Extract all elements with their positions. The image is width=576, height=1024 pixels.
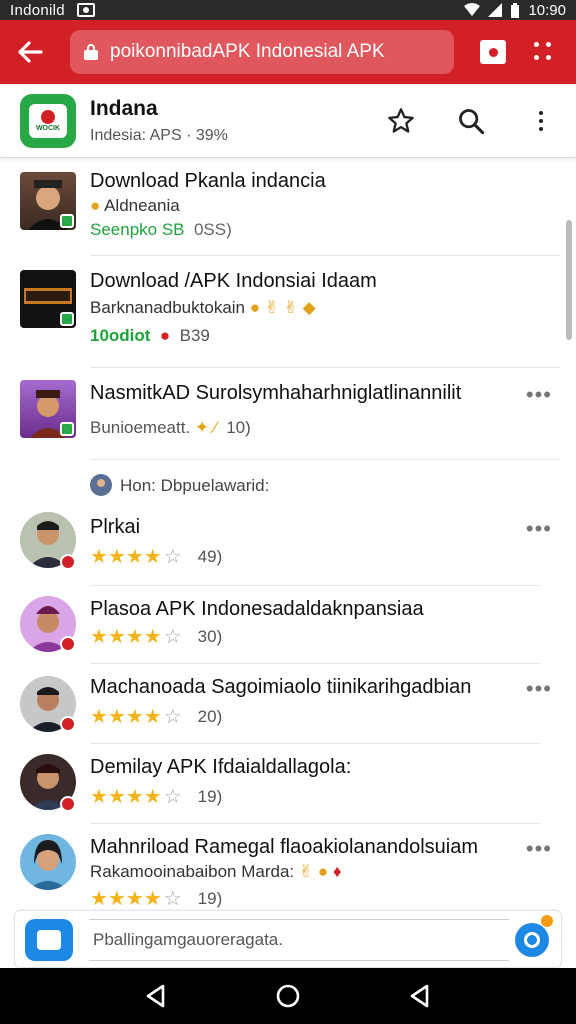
app-subtitle: Indesia: APS · 39% — [90, 126, 228, 144]
item-title: Download /APK Indonsiai Idaam — [90, 270, 377, 292]
star-rating: ★★★★ ☆ 19) — [90, 786, 223, 808]
carrier-label: Indonild — [10, 1, 65, 19]
review-text: Rakamooinabaibon Marda: — [90, 862, 295, 881]
more-options-button[interactable]: ••• — [526, 836, 552, 862]
tabs-button[interactable] — [480, 40, 506, 64]
nav-back-button[interactable] — [136, 976, 176, 1016]
reply-input[interactable]: Pballingamgauoreragata. — [89, 919, 509, 961]
review-item[interactable]: Demilay APK Ifdaialdallagola: ★★★★ ☆ 19) — [0, 744, 560, 824]
list-item[interactable]: Download /APK Indonsiai Idaam Barknanadb… — [0, 256, 560, 368]
red-dot-icon: ● — [159, 326, 171, 345]
item-thumbnail — [20, 270, 76, 328]
emoji-icon: ● ✌ ✌ ◆ — [249, 298, 316, 317]
review-item[interactable]: Plasoa APK Indonesadaldaknpansiaa ★★★★ ☆ 3… — [0, 586, 560, 664]
list-item[interactable]: NasmitkAD Surolsymhaharhniglatlinannilit… — [0, 368, 560, 460]
notification-icon — [76, 3, 95, 17]
item-title: Download Pkanla indancia — [90, 170, 326, 192]
nav-home-button[interactable] — [268, 976, 308, 1016]
app-logo: WOCIK — [20, 93, 76, 148]
star-rating: ★★★★ ☆ 19) — [90, 888, 223, 910]
more-options-button[interactable]: ••• — [526, 516, 552, 542]
item-thumbnail — [20, 380, 76, 438]
more-options-button[interactable]: ••• — [526, 382, 552, 408]
app-header: WOCIK Indana Indesia: APS · 39% — [0, 84, 576, 158]
review-count: 20) — [197, 706, 223, 726]
search-icon — [459, 108, 485, 134]
arrow-left-icon — [18, 41, 43, 63]
emoji-icon: ● — [90, 196, 101, 215]
triangle-back-icon — [410, 984, 429, 1008]
review-item[interactable]: Machanoada Sagoimiaolo tiinikarihgadbian… — [0, 664, 560, 744]
avatar — [20, 834, 76, 890]
signal-icon — [488, 3, 503, 17]
star-button[interactable] — [386, 106, 416, 136]
star-rating: ★★★★ ☆ 20) — [90, 706, 223, 728]
nav-recent-button[interactable] — [400, 976, 440, 1016]
emoji-icon: ✌ ● ♦ — [298, 862, 342, 881]
content-list[interactable]: Download Pkanla indancia ● Aldneania See… — [0, 158, 576, 910]
reviews-header: Hon: Dbpuelawarid: — [0, 460, 560, 510]
chat-app-icon[interactable] — [25, 919, 73, 961]
item-subtitle: Barknanadbuktokain — [90, 298, 246, 317]
battery-icon — [511, 2, 520, 18]
item-count: 0SS) — [193, 220, 232, 239]
app-title: Indana — [90, 96, 158, 120]
review-name: Demilay APK Ifdaialdallagola: — [90, 756, 352, 778]
send-button[interactable] — [515, 915, 553, 957]
url-field[interactable]: poikonnibadAPK Indonesial APK — [70, 30, 454, 74]
list-item[interactable]: Download Pkanla indancia ● Aldneania See… — [0, 158, 560, 256]
item-count: 10) — [226, 418, 251, 437]
star-rating: ★★★★ ☆ 30) — [90, 626, 223, 648]
system-navigation-bar — [0, 968, 576, 1024]
review-name: Mahnriload Ramegal flaoakiolanandolsuiam — [90, 836, 479, 858]
user-avatar-icon — [90, 474, 112, 496]
review-count: 49) — [197, 546, 223, 566]
url-text: poikonnibadAPK Indonesial APK — [110, 41, 385, 62]
review-name: Machanoada Sagoimiaolo tiinikarihgadbian — [90, 676, 472, 698]
triangle-back-icon — [146, 984, 165, 1008]
search-button[interactable] — [456, 106, 486, 136]
review-name: Plasoa APK Indonesadaldaknpansiaa — [90, 598, 424, 620]
item-subtitle: Bunioemeatt. — [90, 418, 191, 437]
circle-home-icon — [276, 984, 300, 1008]
more-options-button[interactable]: ••• — [526, 676, 552, 702]
menu-button[interactable] — [534, 42, 554, 62]
review-item[interactable]: Plrkai ••• ★★★★ ☆ 49) — [0, 510, 560, 586]
review-count: 19) — [197, 786, 223, 806]
emoji-icon: ✦ ⁄ — [194, 418, 217, 437]
item-count: B39 — [179, 326, 210, 345]
scrollbar[interactable] — [566, 220, 572, 340]
star-outline-icon — [388, 107, 414, 133]
wifi-icon — [464, 3, 481, 16]
item-title: NasmitkAD Surolsymhaharhniglatlinannilit — [90, 382, 462, 404]
review-count: 19) — [197, 888, 223, 908]
item-thumbnail — [20, 172, 76, 230]
browser-toolbar: poikonnibadAPK Indonesial APK — [0, 20, 576, 84]
review-count: 30) — [197, 626, 223, 646]
clock: 10:90 — [528, 1, 566, 19]
record-icon — [488, 47, 498, 57]
star-rating: ★★★★ ☆ 49) — [90, 546, 223, 568]
lock-icon — [84, 44, 98, 60]
item-meta: Seenpko SB — [90, 220, 185, 239]
reviews-header-label: Hon: Dbpuelawarid: — [120, 476, 270, 495]
compose-bar: Pballingamgauoreragata. — [14, 910, 562, 968]
item-subtitle: Aldneania — [104, 196, 180, 215]
item-meta: 10odiot — [90, 326, 151, 345]
back-button[interactable] — [10, 32, 50, 72]
status-bar: Indonild 10:90 — [0, 0, 576, 20]
review-item[interactable]: Mahnriload Ramegal flaoakiolanandolsuiam… — [0, 824, 560, 910]
review-name: Plrkai — [90, 516, 141, 538]
overflow-menu-button[interactable] — [526, 106, 556, 136]
